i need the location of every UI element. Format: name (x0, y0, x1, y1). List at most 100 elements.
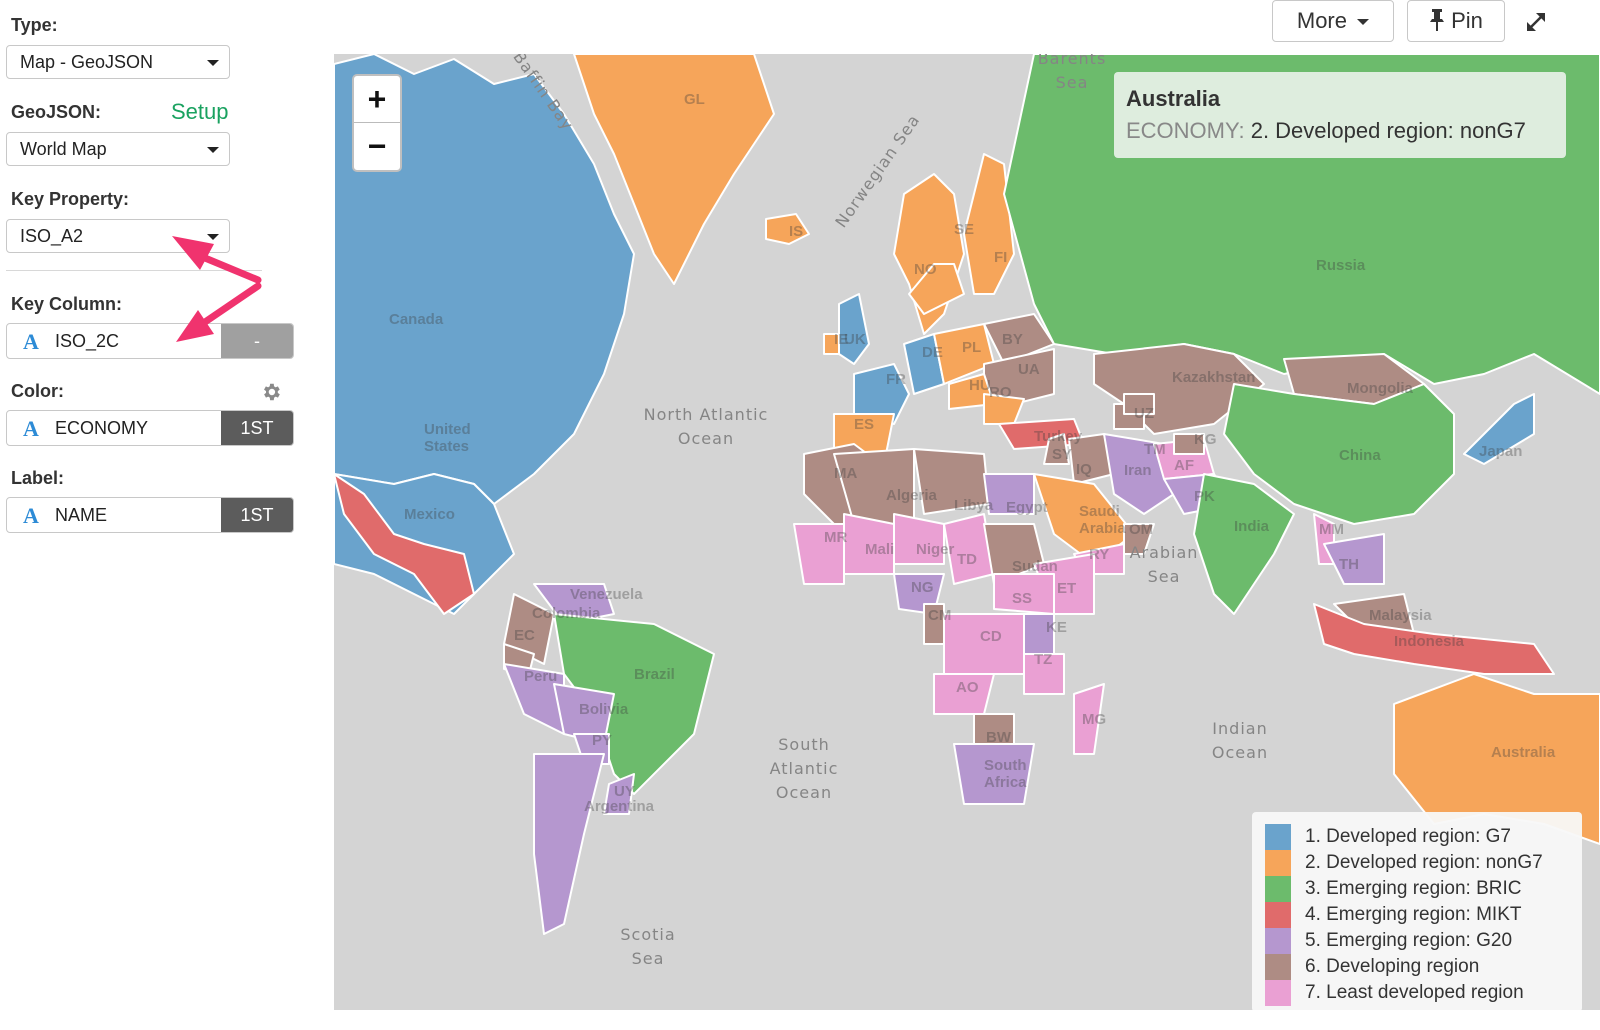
legend-label: 3. Emerging region: BRIC (1305, 878, 1522, 899)
text-type-icon: A (23, 329, 39, 354)
legend-swatch (1265, 850, 1291, 876)
key-column-aggregation-button[interactable]: - (221, 324, 293, 358)
key-column-label: Key Column: (11, 294, 123, 314)
country-shape[interactable] (838, 293, 870, 365)
expand-arrows-icon[interactable] (1522, 8, 1550, 36)
country-label: FR (886, 371, 906, 388)
color-aggregation-button[interactable]: 1ST (221, 411, 293, 445)
country-label: Russia (1316, 257, 1366, 274)
type-label: Type: (11, 15, 58, 35)
legend-item[interactable]: 1. Developed region: G7 (1265, 824, 1582, 850)
country-label: IE (834, 331, 848, 348)
chevron-down-icon (207, 60, 219, 66)
pin-button[interactable]: Pin (1407, 0, 1505, 42)
country-label: Mexico (404, 506, 455, 523)
country-label: UZ (1134, 405, 1154, 422)
type-select-value: Map - GeoJSON (20, 52, 154, 72)
chevron-down-icon (207, 147, 219, 153)
key-property-select[interactable]: ISO_A2 (6, 219, 230, 253)
tooltip-key: ECONOMY: (1126, 118, 1245, 143)
geojson-label: GeoJSON: (11, 102, 102, 122)
key-column-field[interactable]: A ISO_2C - (6, 323, 294, 359)
chevron-down-icon (207, 234, 219, 240)
country-label: SE (954, 221, 974, 238)
legend-swatch (1265, 928, 1291, 954)
legend-item[interactable]: 2. Developed region: nonG7 (1265, 850, 1582, 876)
type-select[interactable]: Map - GeoJSON (6, 45, 230, 79)
country-label: EC (514, 627, 535, 644)
map-legend: 1. Developed region: G7 2. Developed reg… (1252, 812, 1582, 1010)
tooltip-value: 2. Developed region: nonG7 (1250, 118, 1526, 143)
world-map[interactable]: Canada United States Mexico GL IS SE FI NO UK IE FR… (334, 54, 1600, 1010)
legend-item[interactable]: 4. Emerging region: MIKT (1265, 902, 1582, 928)
country-label: IS (789, 223, 803, 240)
country-label: South Africa (984, 757, 1027, 791)
country-label: India (1234, 518, 1270, 535)
geojson-select-value: World Map (20, 139, 107, 159)
key-property-label: Key Property: (11, 189, 130, 209)
pin-button-label: Pin (1451, 8, 1483, 33)
zoom-control: + − (352, 74, 402, 172)
country-label: HU (969, 377, 991, 394)
country-label: Australia (1491, 744, 1556, 761)
country-label: China (1339, 447, 1381, 464)
country-label: Brazil (634, 666, 675, 683)
country-label: RY (1089, 546, 1109, 563)
zoom-in-button[interactable]: + (354, 76, 400, 123)
label-column-value: NAME (55, 505, 108, 525)
pushpin-icon (1430, 9, 1445, 31)
label-column-field[interactable]: A NAME 1ST (6, 497, 294, 533)
country-label: Sudan (1012, 558, 1058, 575)
country-label: PY (592, 732, 612, 749)
country-label: Algeria (886, 487, 938, 504)
country-label: TM (1144, 441, 1166, 458)
country-label: FI (994, 249, 1007, 266)
more-button-label: More (1296, 8, 1347, 33)
geojson-select[interactable]: World Map (6, 132, 230, 166)
legend-label: 7. Least developed region (1305, 982, 1524, 1003)
color-column-field[interactable]: A ECONOMY 1ST (6, 410, 294, 446)
country-label: Canada (389, 311, 444, 328)
legend-label: 4. Emerging region: MIKT (1305, 904, 1522, 925)
country-label: CD (980, 628, 1002, 645)
country-label: Malaysia (1369, 607, 1432, 624)
country-label: MA (834, 465, 857, 482)
chevron-down-icon (1357, 19, 1370, 26)
country-label: Mongolia (1347, 380, 1413, 397)
country-label: NG (911, 579, 934, 596)
gear-icon[interactable] (260, 381, 282, 403)
country-label: MM (1319, 521, 1344, 538)
more-button[interactable]: More (1272, 0, 1394, 42)
legend-item[interactable]: 5. Emerging region: G20 (1265, 928, 1582, 954)
text-type-icon: A (23, 416, 39, 441)
country-label: SS (1012, 590, 1032, 607)
country-label: Indonesia (1394, 633, 1465, 650)
country-label: Niger (916, 541, 955, 558)
country-label: KG (1194, 431, 1217, 448)
country-label: DE (922, 344, 943, 361)
label-aggregation-button[interactable]: 1ST (221, 498, 293, 532)
country-label: Mali (865, 541, 894, 558)
country-label: TZ (1034, 651, 1052, 668)
ocean-label: Scotia Sea (620, 925, 675, 968)
country-label: PK (1194, 488, 1215, 505)
legend-item[interactable]: 3. Emerging region: BRIC (1265, 876, 1582, 902)
ocean-label: Arabian Sea (1130, 543, 1199, 586)
legend-label: 2. Developed region: nonG7 (1305, 852, 1543, 873)
country-shape[interactable] (533, 753, 605, 935)
zoom-out-button[interactable]: − (354, 123, 400, 170)
country-label: Saudi Arabia (1079, 503, 1126, 537)
country-label: NO (914, 261, 937, 278)
legend-swatch (1265, 902, 1291, 928)
ocean-label: Indian Ocean (1212, 719, 1268, 762)
country-label: Turkey (1034, 428, 1083, 445)
country-label: RO (989, 384, 1012, 401)
legend-item[interactable]: 6. Developing region (1265, 954, 1582, 980)
country-label: Colombia (532, 605, 601, 622)
country-label: GL (684, 91, 705, 108)
setup-link[interactable]: Setup (171, 99, 229, 125)
legend-swatch (1265, 954, 1291, 980)
country-label: AO (956, 679, 979, 696)
map-tooltip: Australia ECONOMY: 2. Developed region: … (1114, 72, 1566, 158)
legend-item[interactable]: 7. Least developed region (1265, 980, 1582, 1006)
